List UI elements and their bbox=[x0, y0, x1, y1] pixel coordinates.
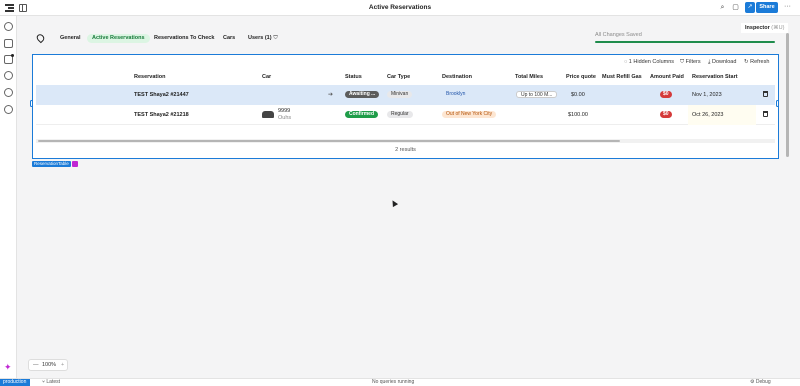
zoom-in-button[interactable]: + bbox=[61, 360, 64, 370]
left-rail: ✦ bbox=[0, 16, 17, 378]
settings-icon[interactable] bbox=[4, 105, 13, 114]
reservation-cell: TEST Shaya2 #21447 bbox=[134, 92, 189, 98]
reservation-cell: TEST Shaya2 #21218 bbox=[134, 112, 189, 118]
tab-users-label: Users (1) bbox=[248, 35, 272, 41]
zoom-out-button[interactable]: — bbox=[33, 360, 39, 370]
status-badge: Confirmed bbox=[345, 111, 378, 118]
inspector-shortcut: (⌘U) bbox=[771, 25, 785, 31]
hidden-columns-label: 1 Hidden Columns bbox=[628, 59, 675, 65]
download-button[interactable]: ⤓ Download bbox=[708, 59, 736, 66]
column-header[interactable]: Total Miles bbox=[515, 74, 543, 80]
download-label: Download bbox=[711, 59, 737, 65]
query-status: No queries running bbox=[372, 379, 415, 385]
refresh-label: Refresh bbox=[750, 59, 770, 65]
save-progress-bar bbox=[595, 41, 775, 43]
amount-paid-badge: $0 bbox=[660, 111, 672, 118]
column-header[interactable]: Reservation Start bbox=[692, 74, 738, 80]
state-icon[interactable] bbox=[4, 71, 13, 80]
code-icon[interactable] bbox=[4, 54, 14, 64]
horizontal-scrollbar-thumb[interactable] bbox=[38, 140, 620, 142]
column-header[interactable]: Status bbox=[345, 74, 362, 80]
share-button[interactable]: Share bbox=[756, 2, 778, 13]
column-header[interactable]: Destination bbox=[442, 74, 472, 80]
component-ai-icon[interactable] bbox=[72, 161, 78, 167]
page-title: Active Reservations bbox=[368, 4, 432, 11]
car-type-tag: Regular bbox=[387, 111, 413, 118]
ai-assistant-icon[interactable]: ✦ bbox=[4, 363, 12, 372]
resize-handle-left[interactable] bbox=[30, 100, 33, 107]
environment-label: production bbox=[3, 379, 27, 385]
delete-icon[interactable] bbox=[763, 91, 768, 97]
results-count: 2 results bbox=[395, 147, 416, 153]
branch-label: Latest bbox=[46, 379, 61, 385]
amount-paid-badge: $0 bbox=[660, 91, 672, 98]
reservation-start-cell: Nov 1, 2023 bbox=[692, 92, 722, 98]
search-icon[interactable]: ⌕ bbox=[718, 3, 727, 12]
car-subtitle: Ouhs bbox=[278, 115, 292, 121]
column-header[interactable]: Price quote bbox=[566, 74, 596, 80]
arrow-right-icon[interactable]: ➔ bbox=[328, 91, 333, 98]
save-status: All Changes Saved bbox=[595, 32, 642, 38]
column-header[interactable]: Must Refill Gas bbox=[602, 74, 642, 80]
branch-selector[interactable]: ⑂ Latest bbox=[42, 379, 60, 386]
column-header[interactable]: Amount Paid bbox=[650, 74, 684, 80]
column-header[interactable]: Car Type bbox=[387, 74, 410, 80]
car-type-tag: Minivan bbox=[387, 91, 413, 98]
debug-button[interactable]: ⚙ Debug bbox=[750, 379, 771, 386]
top-bar: Active Reservations ⌕ ▢ ↗ Share ··· bbox=[0, 0, 800, 16]
component-tree-icon[interactable] bbox=[4, 39, 13, 48]
total-miles-select[interactable]: Up to 100 M... bbox=[516, 91, 558, 98]
destination-tag: Out of New York City bbox=[442, 111, 497, 118]
tab-general[interactable]: General bbox=[60, 34, 80, 43]
status-bar: production ⑂ Latest No queries running ⚙… bbox=[0, 378, 800, 386]
preview-icon[interactable]: ▢ bbox=[731, 3, 740, 12]
table-row[interactable]: TEST Shaya2 #21447 ➔ Awaiting ... Miniva… bbox=[36, 85, 775, 105]
column-header[interactable]: Car bbox=[262, 74, 271, 80]
filters-label: Filters bbox=[685, 59, 701, 65]
price-quote-cell: $100.00 bbox=[568, 112, 588, 118]
zoom-level[interactable]: 100% bbox=[42, 360, 56, 370]
status-badge: Awaiting ... bbox=[345, 91, 380, 98]
reservation-start-cell: Oct 26, 2023 bbox=[692, 112, 724, 118]
inspector-label: Inspector bbox=[745, 25, 770, 31]
inspector-toggle[interactable]: Inspector (⌘U) bbox=[741, 23, 788, 33]
more-icon[interactable]: ··· bbox=[784, 3, 791, 10]
copy-link-button[interactable]: ↗ bbox=[745, 2, 755, 13]
car-name: 9999 bbox=[278, 108, 291, 114]
environment-selector[interactable]: production bbox=[0, 379, 31, 386]
zoom-control: — 100% + bbox=[28, 359, 68, 371]
vertical-scrollbar[interactable] bbox=[786, 33, 789, 157]
tab-users[interactable]: Users (1) ⛉ bbox=[248, 34, 278, 43]
tab-active-reservations[interactable]: Active Reservations bbox=[87, 34, 150, 43]
destination-tag: Brooklyn bbox=[442, 91, 470, 98]
debug-label: Debug bbox=[755, 379, 771, 385]
filters-button[interactable]: ⛉ Filters bbox=[680, 59, 701, 66]
price-quote-cell: $0.00 bbox=[571, 92, 585, 98]
hidden-columns-button[interactable]: ◌ 1 Hidden Columns bbox=[624, 59, 674, 65]
add-component-icon[interactable] bbox=[4, 22, 13, 31]
tab-cars[interactable]: Cars bbox=[223, 34, 235, 43]
car-thumbnail bbox=[262, 111, 274, 118]
tab-reservations-to-check[interactable]: Reservations To Check bbox=[154, 34, 214, 43]
component-tag-label: ReservationTable bbox=[34, 161, 69, 166]
funnel-icon: ⛉ bbox=[273, 35, 278, 41]
delete-icon[interactable] bbox=[763, 111, 768, 117]
column-header[interactable]: Reservation bbox=[134, 74, 166, 80]
component-tag[interactable]: ReservationTable bbox=[32, 161, 71, 167]
resize-handle-right[interactable] bbox=[776, 100, 779, 107]
table-row[interactable]: TEST Shaya2 #21218 9999 Ouhs Confirmed R… bbox=[36, 105, 775, 125]
history-icon[interactable] bbox=[4, 88, 13, 97]
refresh-button[interactable]: ↻ Refresh bbox=[744, 59, 769, 65]
